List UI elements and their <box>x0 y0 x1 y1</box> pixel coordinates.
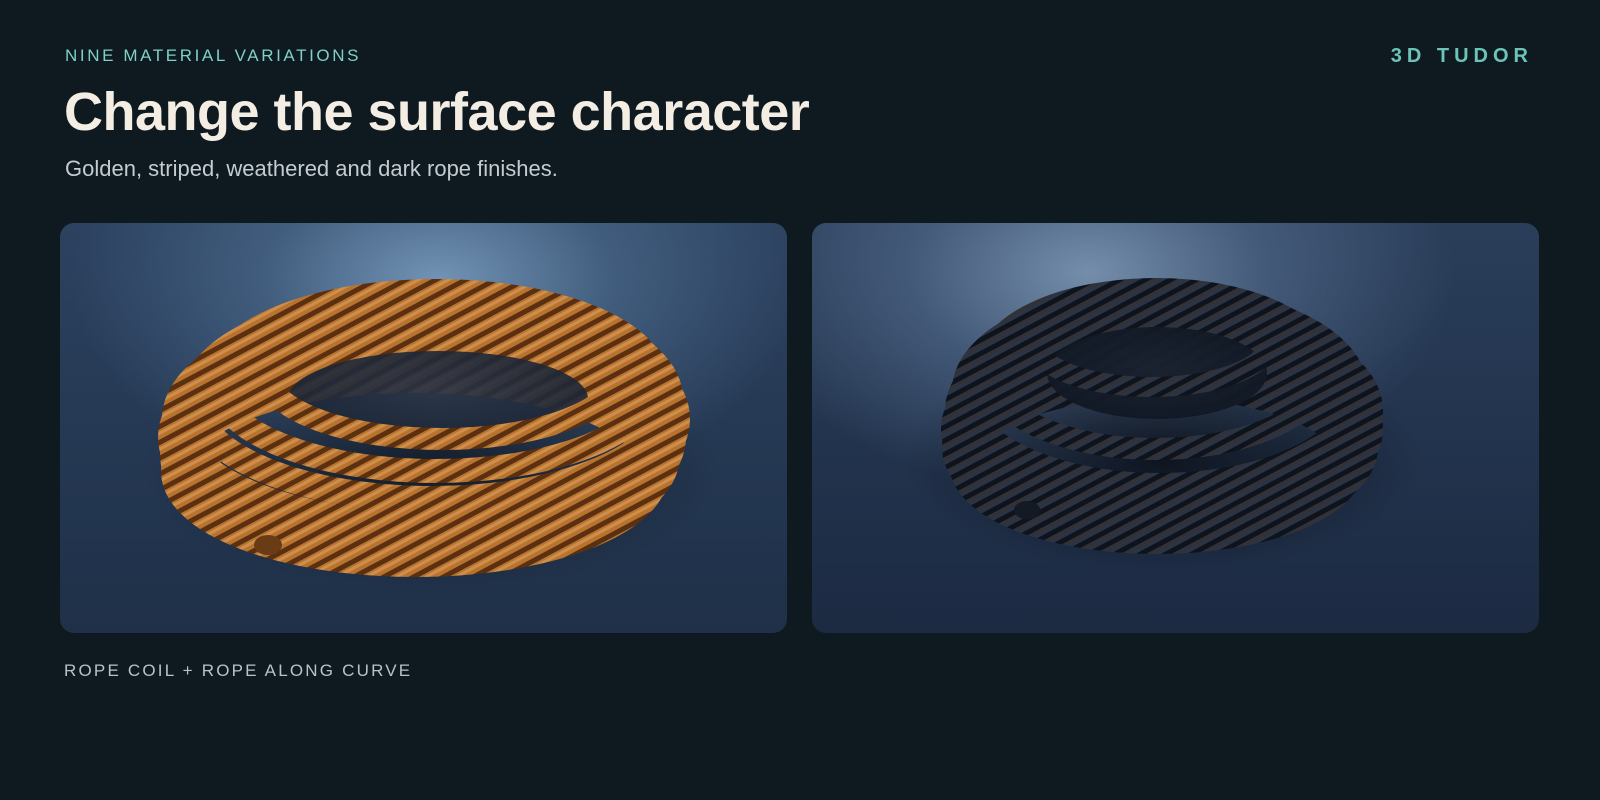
footer-caption: ROPE COIL + ROPE ALONG CURVE <box>64 661 413 680</box>
golden-rope-coil-illustration <box>140 279 720 593</box>
golden-rope-image <box>60 223 787 633</box>
page-title: Change the surface character <box>64 82 810 142</box>
brand-logo: 3D TUDOR <box>1390 45 1533 67</box>
dark-rope-coil-illustration <box>902 278 1422 573</box>
dark-rope-image <box>812 223 1539 633</box>
eyebrow-label: NINE MATERIAL VARIATIONS <box>65 46 362 65</box>
page-subtitle: Golden, striped, weathered and dark rope… <box>65 156 558 181</box>
